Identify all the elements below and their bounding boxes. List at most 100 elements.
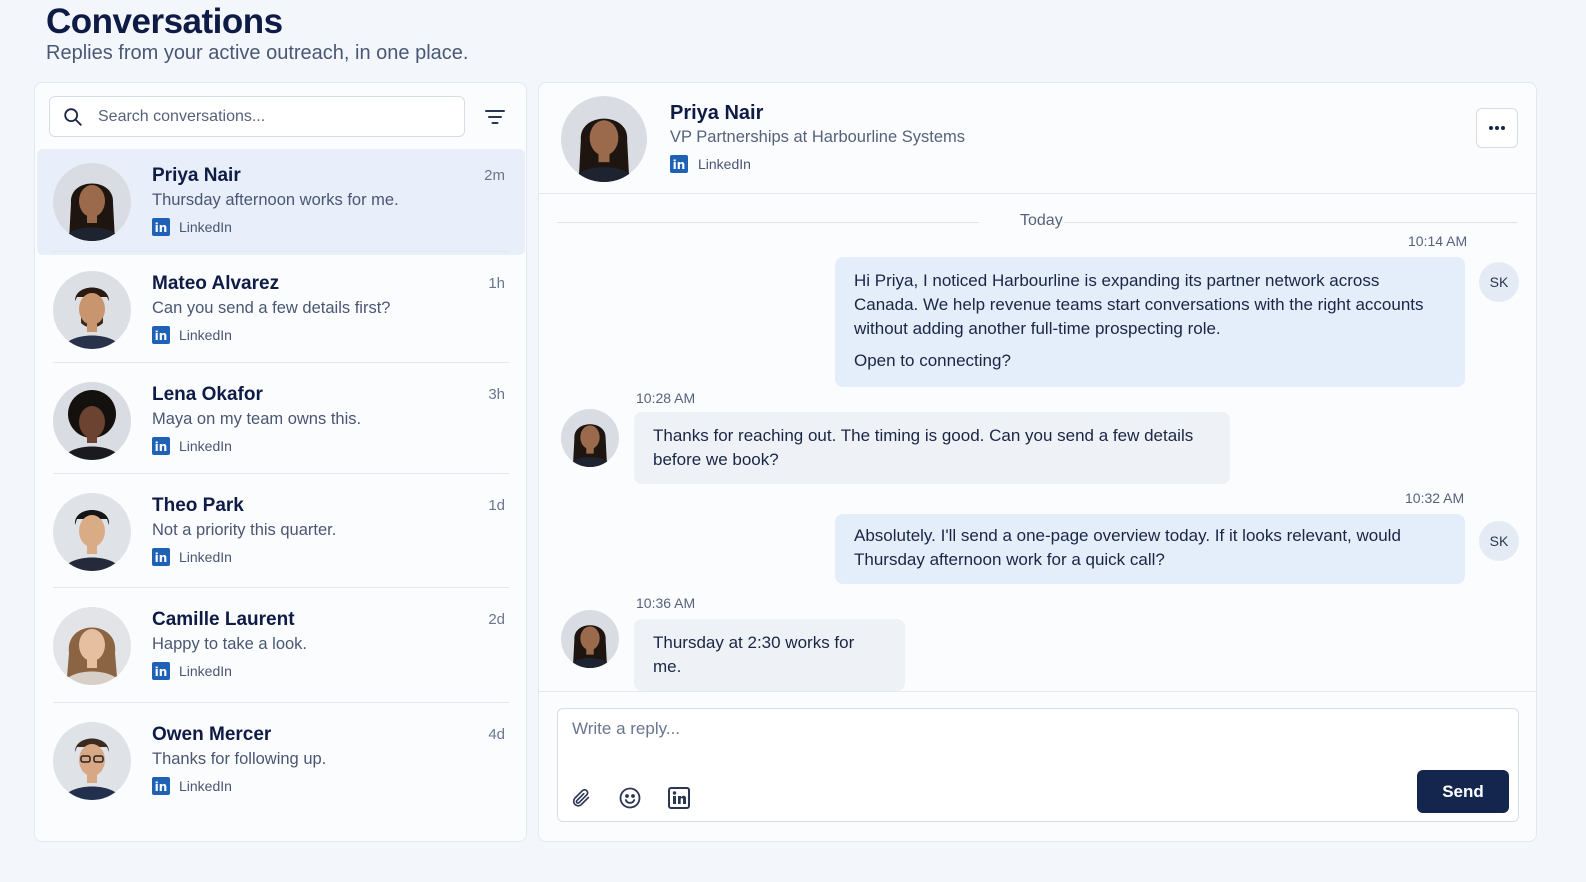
linkedin-icon: in [152, 326, 170, 344]
source-label: LinkedIn [179, 778, 232, 794]
linkedin-icon: in [152, 777, 170, 795]
filter-button[interactable] [483, 105, 507, 129]
more-options-button[interactable] [1476, 108, 1518, 148]
conversation-name: Priya Nair [152, 165, 241, 186]
linkedin-icon: in [152, 437, 170, 455]
filter-icon [485, 110, 505, 124]
avatar [53, 493, 131, 571]
divider [53, 473, 509, 474]
conversation-source: in LinkedIn [152, 218, 232, 236]
avatar [53, 722, 131, 800]
conversation-time: 1h [488, 275, 505, 292]
search-field[interactable] [49, 96, 465, 137]
contact-avatar [561, 96, 647, 182]
conversation-source: in LinkedIn [152, 437, 232, 455]
message-time: 10:14 AM [1408, 233, 1468, 249]
avatar [53, 163, 131, 241]
avatar [53, 271, 131, 349]
message-bubble-incoming: Thanks for reaching out. The timing is g… [634, 412, 1230, 484]
page-title: Conversations [46, 2, 283, 41]
message-text: Hi Priya, I noticed Harbourline is expan… [854, 271, 1424, 338]
linkedin-icon: in [152, 218, 170, 236]
conversation-preview: Happy to take a look. [152, 635, 308, 653]
conversation-preview: Can you send a few details first? [152, 299, 391, 317]
conversation-preview: Thursday afternoon works for me. [152, 191, 399, 209]
day-label: Today [1020, 212, 1063, 229]
attach-button[interactable] [568, 785, 594, 811]
linkedin-icon [668, 787, 690, 809]
message-text: Thanks for reaching out. The timing is g… [653, 426, 1194, 469]
conversation-source: in LinkedIn [152, 777, 232, 795]
send-button[interactable]: Send [1417, 770, 1509, 813]
message-text: Thursday at 2:30 works for me. [653, 633, 855, 676]
conversation-name: Owen Mercer [152, 724, 272, 745]
conversation-preview: Maya on my team owns this. [152, 410, 362, 428]
message-bubble-outgoing: Hi Priya, I noticed Harbourline is expan… [835, 257, 1465, 387]
day-separator: Today [557, 211, 1518, 233]
conversation-name: Theo Park [152, 495, 244, 516]
conversation-item[interactable]: Theo Park 1d Not a priority this quarter… [37, 473, 525, 585]
sender-avatar: SK [1479, 521, 1519, 561]
conversation-item[interactable]: Lena Okafor 3h Maya on my team owns this… [37, 362, 525, 474]
conversation-source: in LinkedIn [152, 662, 232, 680]
contact-name: Priya Nair [670, 102, 764, 124]
emoji-icon [619, 787, 641, 809]
source-label: LinkedIn [179, 663, 232, 679]
contact-source: in LinkedIn [670, 155, 751, 173]
message-time: 10:36 AM [636, 595, 696, 611]
composer-divider [539, 691, 1536, 692]
conversation-name: Camille Laurent [152, 609, 295, 630]
conversation-source: in LinkedIn [152, 548, 232, 566]
linkedin-button[interactable] [666, 785, 692, 811]
reply-composer: Send [557, 708, 1519, 822]
source-label: LinkedIn [179, 327, 232, 343]
conversation-time: 2d [488, 611, 505, 628]
page-subtitle: Replies from your active outreach, in on… [46, 42, 469, 64]
emoji-button[interactable] [617, 785, 643, 811]
conversation-preview: Not a priority this quarter. [152, 521, 337, 539]
conversation-time: 3h [488, 386, 505, 403]
conversation-item[interactable]: Camille Laurent 2d Happy to take a look.… [37, 587, 525, 699]
conversation-item[interactable]: Priya Nair 2m Thursday afternoon works f… [37, 149, 525, 255]
message-time: 10:32 AM [1405, 490, 1465, 506]
conversation-time: 1d [488, 497, 505, 514]
reply-input[interactable] [572, 719, 1472, 749]
message-bubble-outgoing: Absolutely. I'll send a one-page overvie… [835, 514, 1465, 584]
contact-avatar-small [561, 409, 619, 467]
search-icon [64, 107, 82, 126]
source-label: LinkedIn [179, 219, 232, 235]
attachment-icon [572, 788, 590, 807]
source-label: LinkedIn [179, 549, 232, 565]
chat-header: Priya Nair VP Partnerships at Harbourlin… [539, 83, 1536, 194]
more-icon [1489, 126, 1505, 130]
conversation-name: Lena Okafor [152, 384, 263, 405]
divider [53, 587, 509, 588]
linkedin-icon: in [152, 548, 170, 566]
source-label: LinkedIn [698, 156, 751, 172]
divider [53, 362, 509, 363]
search-input[interactable] [98, 107, 438, 126]
message-text: Open to connecting? [854, 351, 1011, 370]
sender-avatar: SK [1479, 262, 1519, 302]
message-time: 10:28 AM [636, 390, 696, 406]
conversation-item[interactable]: Owen Mercer 4d Thanks for following up. … [37, 702, 525, 814]
divider [53, 251, 509, 252]
linkedin-icon: in [152, 662, 170, 680]
message-text: Absolutely. I'll send a one-page overvie… [854, 526, 1401, 569]
message-bubble-incoming: Thursday at 2:30 works for me. [634, 619, 905, 691]
conversation-source: in LinkedIn [152, 326, 232, 344]
linkedin-icon: in [670, 155, 688, 173]
conversation-list-panel: Priya Nair 2m Thursday afternoon works f… [34, 82, 527, 842]
avatar [53, 607, 131, 685]
contact-title: VP Partnerships at Harbourline Systems [670, 128, 965, 146]
conversation-time: 2m [484, 167, 505, 184]
source-label: LinkedIn [179, 438, 232, 454]
conversation-name: Mateo Alvarez [152, 273, 280, 294]
chat-panel: Priya Nair VP Partnerships at Harbourlin… [538, 82, 1537, 842]
conversation-preview: Thanks for following up. [152, 750, 327, 768]
contact-avatar-small [561, 610, 619, 668]
conversation-time: 4d [488, 726, 505, 743]
conversation-item[interactable]: Mateo Alvarez 1h Can you send a few deta… [37, 251, 525, 363]
divider [53, 702, 509, 703]
avatar [53, 382, 131, 460]
